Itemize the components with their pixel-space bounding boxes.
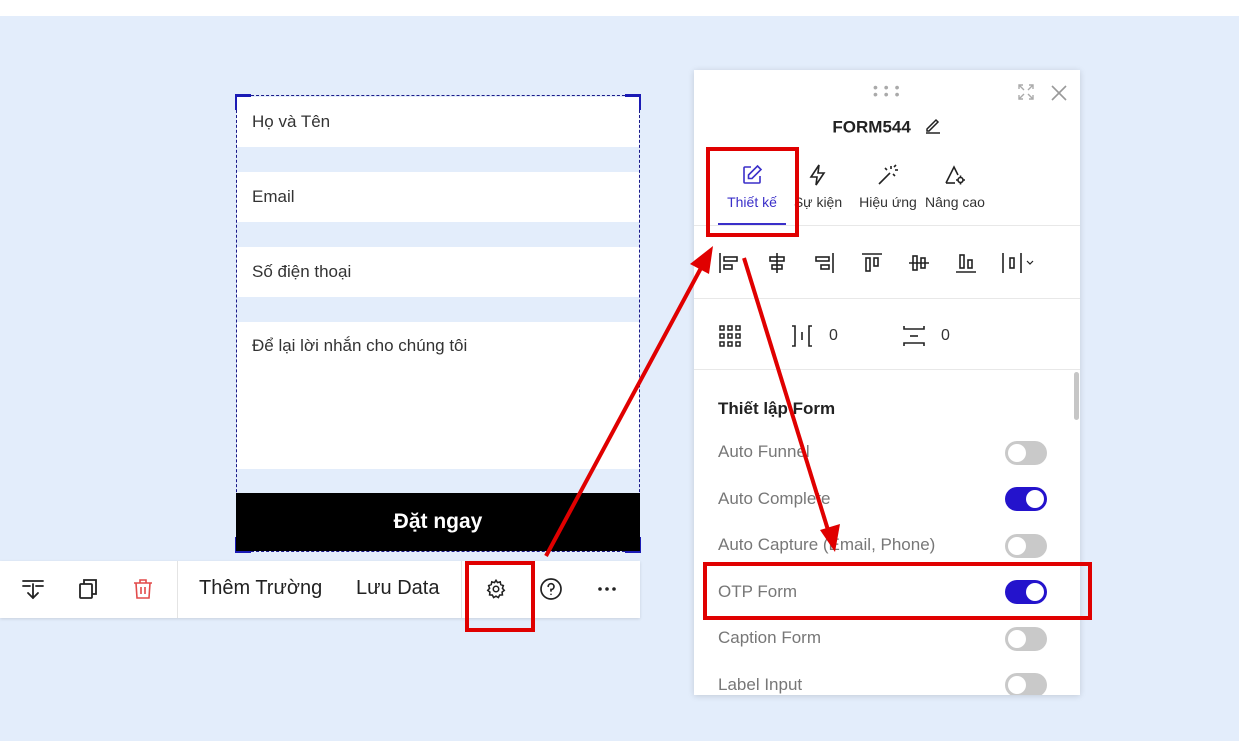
option-label: Auto Capture (Email, Phone) xyxy=(718,535,936,554)
email-field[interactable]: Email xyxy=(237,172,639,222)
grid-icon[interactable] xyxy=(718,324,742,348)
form-name: FORM544 xyxy=(832,117,911,137)
toolbar-divider xyxy=(177,561,178,618)
save-data-button[interactable]: Lưu Data xyxy=(356,577,439,600)
align-middle-vertical-icon[interactable] xyxy=(906,250,932,276)
horizontal-spacing-icon[interactable] xyxy=(790,324,814,348)
panel-scrollbar[interactable] xyxy=(1074,372,1079,420)
auto-capture-toggle[interactable] xyxy=(1005,534,1047,558)
tab-events-label: Sự kiện xyxy=(793,194,843,210)
message-textarea[interactable]: Để lại lời nhắn cho chúng tôi xyxy=(237,322,639,469)
message-textarea-placeholder: Để lại lời nhắn cho chúng tôi xyxy=(252,336,468,355)
auto-funnel-toggle[interactable] xyxy=(1005,441,1047,465)
toolbar-divider xyxy=(461,561,462,618)
tab-advanced-label: Nâng cao xyxy=(925,194,985,210)
highlight-otp-form-option xyxy=(703,562,1092,620)
vertical-spacing-value[interactable]: 0 xyxy=(941,327,950,345)
phone-field[interactable]: Số điện thoại xyxy=(237,247,639,297)
copy-icon[interactable] xyxy=(74,575,102,603)
name-field[interactable]: Họ và Tên xyxy=(237,97,639,147)
sort-down-icon[interactable] xyxy=(19,575,47,603)
email-field-placeholder: Email xyxy=(252,187,295,206)
expand-icon[interactable] xyxy=(1016,82,1036,102)
panel-title: FORM544 xyxy=(694,116,1080,139)
form-settings-title: Thiết lập Form xyxy=(718,399,836,418)
option-label: Auto Complete xyxy=(718,489,831,508)
distribute-dropdown-icon[interactable] xyxy=(1000,250,1040,276)
submit-button[interactable]: Đặt ngay xyxy=(236,493,640,551)
tab-advanced[interactable]: Nâng cao xyxy=(922,162,988,210)
tab-effects-label: Hiệu ứng xyxy=(859,194,917,210)
rename-icon[interactable] xyxy=(924,116,942,139)
align-right-icon[interactable] xyxy=(811,250,837,276)
caption-form-toggle[interactable] xyxy=(1005,627,1047,651)
tab-effects[interactable]: Hiệu ứng xyxy=(854,162,922,210)
add-field-button[interactable]: Thêm Trường xyxy=(199,577,322,600)
vertical-spacing-icon[interactable] xyxy=(902,324,926,348)
option-label: Caption Form xyxy=(718,628,821,647)
align-left-icon[interactable] xyxy=(716,250,742,276)
element-toolbar: Thêm Trường Lưu Data xyxy=(0,561,640,618)
auto-complete-toggle[interactable] xyxy=(1005,487,1047,511)
highlight-design-tab xyxy=(706,147,799,237)
help-icon[interactable] xyxy=(537,575,565,603)
align-bottom-icon[interactable] xyxy=(953,250,979,276)
align-top-icon[interactable] xyxy=(859,250,885,276)
option-label: Auto Funnel xyxy=(718,442,810,461)
highlight-settings-button xyxy=(465,561,535,632)
close-icon[interactable] xyxy=(1048,82,1070,104)
divider xyxy=(694,298,1080,299)
option-label: Label Input xyxy=(718,675,803,694)
magic-wand-icon xyxy=(854,162,922,188)
form-widget[interactable]: Họ và Tên Email Số điện thoại Để lại lời… xyxy=(235,94,641,553)
drag-handle-icon[interactable]: • • • • • • xyxy=(873,80,900,101)
align-center-horizontal-icon[interactable] xyxy=(764,250,790,276)
name-field-placeholder: Họ và Tên xyxy=(252,112,331,131)
advanced-settings-icon xyxy=(922,162,988,188)
trash-icon[interactable] xyxy=(129,575,157,603)
horizontal-spacing-value[interactable]: 0 xyxy=(829,327,838,345)
phone-field-placeholder: Số điện thoại xyxy=(252,262,352,281)
more-icon[interactable] xyxy=(593,575,621,603)
label-input-toggle[interactable] xyxy=(1005,673,1047,695)
divider xyxy=(694,369,1080,370)
